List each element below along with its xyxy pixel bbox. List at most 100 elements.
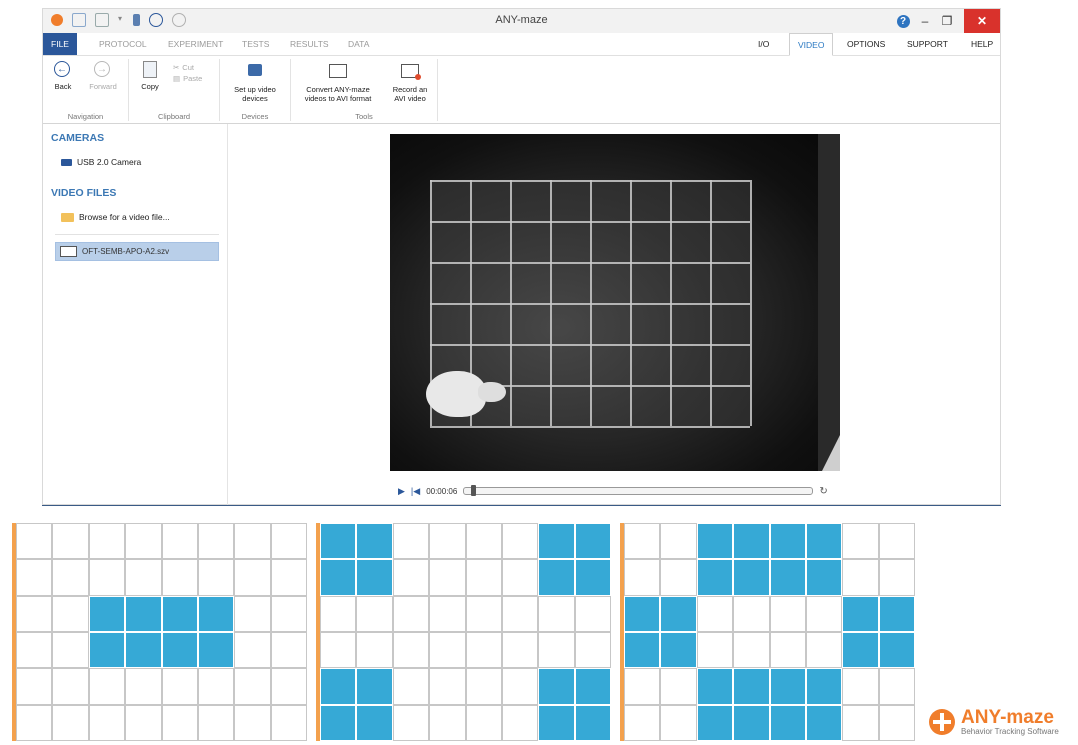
zone-cell (805, 595, 843, 632)
zone-cell (125, 523, 162, 560)
zone-cell-highlighted (574, 668, 611, 705)
tab-video[interactable]: VIDEO (789, 33, 834, 56)
arena-grid-line (430, 221, 750, 223)
zone-cell (574, 595, 611, 632)
zone-cell-highlighted (696, 704, 734, 741)
tab-options[interactable]: OPTIONS (847, 33, 885, 55)
zone-cell (161, 668, 198, 705)
zone-cell (878, 559, 915, 596)
zone-cell-highlighted (842, 632, 879, 669)
zone-cell-highlighted (356, 668, 393, 705)
zone-cell (842, 523, 879, 560)
zone-cell (234, 523, 271, 560)
zone-cell-highlighted (88, 595, 126, 632)
zone-cell (465, 668, 502, 705)
back-button[interactable]: ← Back (51, 61, 75, 91)
zone-cell (52, 523, 89, 560)
tab-support[interactable]: SUPPORT (907, 33, 948, 55)
zone-cell (660, 559, 697, 596)
copy-label: Copy (141, 82, 159, 91)
zone-cell (624, 559, 661, 596)
help-button[interactable]: ? (892, 9, 914, 33)
arena-wall (818, 134, 840, 471)
zone-cell (234, 704, 271, 741)
forward-button[interactable]: → Forward (86, 61, 120, 91)
zone-cell (842, 559, 879, 596)
playback-slider-thumb[interactable] (471, 485, 477, 496)
zone-cell (624, 704, 661, 741)
devices-group-label: Devices (241, 112, 269, 121)
ribbon-group-devices: Set up video devices Devices (220, 59, 291, 121)
zone-cell (501, 559, 539, 596)
setup-label-line1: Set up video (234, 85, 276, 94)
tab-results[interactable]: RESULTS (290, 33, 329, 55)
paste-button[interactable]: ▤ Paste (173, 73, 202, 84)
mouse-body (426, 371, 486, 417)
tools-group-label: Tools (355, 112, 373, 121)
zone-cell (501, 668, 539, 705)
zone-cell (197, 668, 235, 705)
cut-button[interactable]: ✂ Cut (173, 62, 202, 73)
play-icon[interactable]: ▶ (398, 486, 405, 497)
video-file-item[interactable]: OFT-SEMB-APO-A2.szv (55, 242, 219, 261)
menu-bar: FILE PROTOCOL EXPERIMENT TESTS RESULTS D… (43, 33, 1000, 56)
minimize-button[interactable]: – (914, 9, 936, 33)
zone-cell-highlighted (696, 559, 734, 596)
tab-data[interactable]: DATA (348, 33, 369, 55)
zone-cell-highlighted (624, 595, 661, 632)
zone-cell (574, 632, 611, 669)
browse-video-item[interactable]: Browse for a video file... (61, 212, 170, 222)
copy-button[interactable]: Copy (137, 61, 163, 91)
zone-cell (234, 668, 271, 705)
zone-cell (52, 595, 89, 632)
zone-cell (465, 595, 502, 632)
logo-tagline: Behavior Tracking Software (961, 726, 1059, 736)
clipboard-group-label: Clipboard (157, 112, 191, 121)
playback-slider[interactable] (463, 485, 814, 496)
zone-cell (356, 595, 393, 632)
logo-name: ANY-maze (961, 706, 1054, 728)
record-avi-button[interactable]: Record an AVI video (387, 61, 433, 103)
zone-grid-1 (12, 523, 311, 741)
close-button[interactable]: ✕ (964, 9, 1000, 33)
tab-experiment[interactable]: EXPERIMENT (168, 33, 223, 55)
paste-label: Paste (183, 74, 203, 83)
camera-item[interactable]: USB 2.0 Camera (61, 157, 141, 167)
zone-cell (538, 595, 575, 632)
tab-tests[interactable]: TESTS (242, 33, 269, 55)
zone-cell-highlighted (356, 523, 393, 560)
arena-grid-line (430, 303, 750, 305)
camera-label: USB 2.0 Camera (77, 157, 142, 167)
zone-cell (878, 668, 915, 705)
zone-cell-highlighted (197, 595, 235, 632)
skip-start-icon[interactable]: |◀ (411, 486, 420, 497)
tab-help[interactable]: HELP (971, 33, 993, 55)
zone-cell (501, 632, 539, 669)
zone-cell-highlighted (125, 632, 162, 669)
zone-cell (878, 704, 915, 741)
zone-cell (125, 559, 162, 596)
restore-button[interactable]: ❐ (936, 9, 958, 33)
video-frame[interactable] (390, 134, 840, 471)
convert-videos-button[interactable]: Convert ANY-maze videos to AVI format (293, 61, 383, 103)
tab-io[interactable]: I/O (758, 33, 769, 55)
zone-cell (660, 704, 697, 741)
zone-cell (501, 595, 539, 632)
zone-cell-highlighted (574, 523, 611, 560)
tab-protocol[interactable]: PROTOCOL (99, 33, 147, 55)
loop-icon[interactable]: ↻ (819, 486, 827, 497)
zone-cell (270, 523, 307, 560)
logo-icon (929, 709, 955, 735)
menu-file[interactable]: FILE (43, 33, 77, 55)
app-window: ▾ ANY-maze ? – ❐ ✕ FILE PROTOCOL EXPERIM… (42, 8, 1001, 506)
zone-cell (429, 595, 466, 632)
forward-label: Forward (89, 82, 117, 91)
zone-cell (16, 704, 53, 741)
zone-cell (392, 559, 430, 596)
setup-video-devices-button[interactable]: Set up video devices (224, 61, 286, 103)
zone-cell (392, 523, 430, 560)
zone-cell (270, 704, 307, 741)
copy-icon (143, 61, 157, 78)
zone-cell (356, 632, 393, 669)
arrow-right-icon: → (94, 61, 110, 77)
